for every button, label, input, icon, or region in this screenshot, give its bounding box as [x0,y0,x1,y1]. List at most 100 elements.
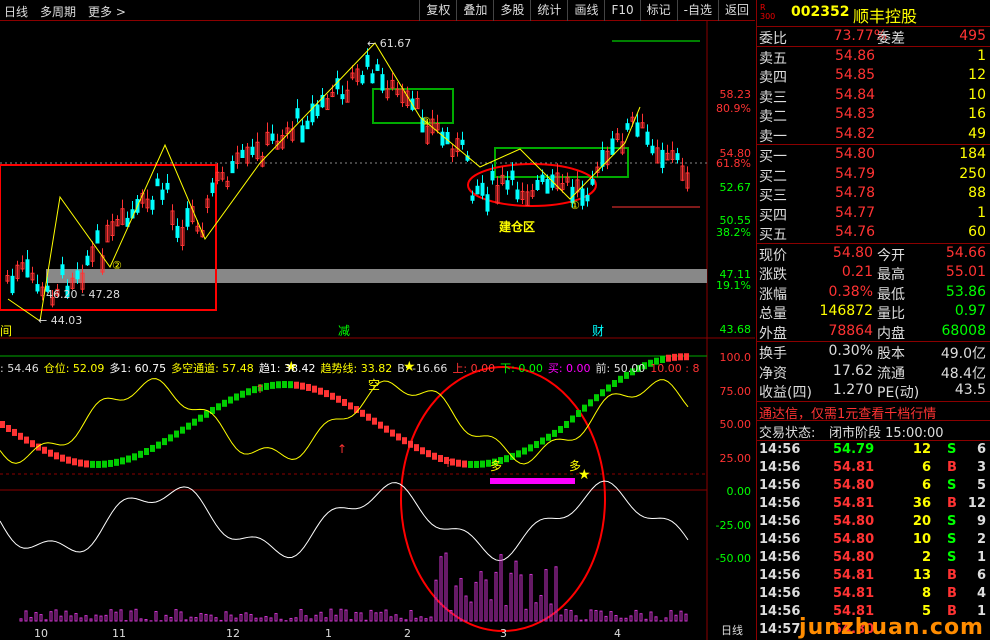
volume-bar [564,609,568,622]
date-axis-label: 3 [500,627,507,640]
candle-body [535,179,540,190]
event-marker-jian[interactable]: 减 [338,322,350,339]
toolbar-button[interactable]: F10 [604,0,639,21]
bids-row[interactable]: 买二 54.79 250 [757,165,990,185]
candle-body [510,170,515,180]
volume-bar [319,611,323,622]
stat-label: 总量 [759,306,787,322]
promo-text[interactable]: 通达信，仅需1元查看千档行情 [759,403,936,422]
chart-canvas[interactable]: ★ ★★↑↑↑ [0,21,755,640]
stat-row: 总量 146872 量比 0.97 [757,302,990,322]
stat-label: 涨幅 [759,286,787,303]
asks-label: 卖四 [759,70,787,86]
tick-price: 54.81 [833,459,875,475]
trend-ribbon-segment [456,459,461,467]
toolbar-button[interactable]: 复权 [419,0,456,21]
volume-bar [514,560,518,622]
trend-ribbon-segment [84,460,89,468]
fundamental-row: 换手 0.30% 股本 49.0亿 [757,342,990,362]
volume-bar [274,613,278,622]
price-axis-label: 80.9% [716,102,751,115]
bids-row[interactable]: 买五 54.76 60 [757,223,990,243]
stat-label: 内盘 [877,325,905,342]
trend-ribbon-segment [324,390,329,398]
volume-bar [114,611,118,622]
volume-bar [404,619,408,622]
bids-row[interactable]: 买三 54.78 88 [757,184,990,204]
indicator-legend-item: : 54.46 [0,362,39,375]
volume-bar [184,619,188,622]
price-axis-label: 58.23 [719,88,752,101]
volume-bar [484,579,488,622]
trend-ribbon-segment [504,455,509,463]
trend-ribbon-segment [576,410,581,418]
volume-bar [44,619,48,622]
promo-row[interactable]: 通达信，仅需1元查看千档行情 [757,402,990,422]
tick-price: 54.81 [833,567,875,583]
asks-row[interactable]: 卖二 54.83 16 [757,105,990,125]
asks-row[interactable]: 卖四 54.85 12 [757,66,990,86]
stat-value: 0.97 [954,303,986,319]
stat-value: 54.66 [945,244,986,261]
trend-ribbon-segment [270,381,275,389]
candle-body [590,178,595,185]
toolbar-button[interactable]: 标记 [639,0,677,21]
kline-chart-area[interactable]: ★ ★ ★ ↑ ↑ ↑ 58.23 80.9% 54.80 61.8% 52.67 50.55 38.… [0,21,755,640]
candle-body [160,189,165,200]
toolbar-button[interactable]: 多股 [493,0,530,21]
event-marker-left[interactable]: 间 [0,322,12,339]
ask-book: 卖五 54.86 1 卖四 54.85 12 卖三 54.84 10 卖二 54.83 16 卖一 54.… [757,47,990,145]
trend-ribbon-segment [390,429,395,437]
toolbar-button[interactable]: 返回 [717,0,755,21]
stat-label: PE(动) [877,385,920,401]
stat-label: 涨跌 [759,267,787,283]
volume-bar [414,617,418,622]
tick-count: 6 [976,441,986,457]
bids-row[interactable]: 买一 54.80 184 [757,145,990,165]
price-axis-label: 38.2% [716,226,751,239]
trend-ribbon-segment [420,447,425,455]
bids-label: 买三 [759,188,787,204]
bids-price: 54.77 [835,204,876,221]
volume-bar [534,602,538,622]
tick-row: 14:56 54.80 6 S 5 [757,477,990,495]
volume-bar [139,618,143,622]
date-axis-label: 10 [34,627,48,640]
volume-bar [344,609,348,622]
toolbar-button[interactable]: -自选 [676,0,718,21]
toolbar-button[interactable]: 画线 [567,0,604,21]
date-axis-label: 11 [112,627,126,640]
asks-row[interactable]: 卖一 54.82 49 [757,125,990,145]
candle-body [505,180,510,190]
trend-ribbon-segment [18,432,23,440]
candle-body [305,120,310,130]
toolbar-button[interactable]: 统计 [530,0,567,21]
asks-row[interactable]: 卖五 54.86 1 [757,47,990,67]
trend-ribbon-segment [432,452,437,460]
multi-period-tab[interactable]: 多周期 [40,3,76,20]
toolbar-button[interactable]: 叠加 [456,0,493,21]
up-arrow-icon: ↑ [255,382,265,396]
stat-label: 最低 [877,286,905,303]
more-menu[interactable]: 更多 > [88,3,126,20]
period-tab[interactable]: 日线 [4,3,28,20]
event-marker-cai[interactable]: 财 [592,322,604,339]
tick-count: 4 [976,585,986,601]
watermark: junzhuan.com [799,615,984,640]
stat-label: 换手 [759,346,787,362]
asks-row[interactable]: 卖三 54.84 10 [757,86,990,106]
price-axis-label: 61.8% [716,157,751,170]
stock-name[interactable]: 顺丰控股 [853,3,917,27]
trend-ribbon-segment [24,436,29,444]
trend-ribbon-segment [384,425,389,433]
volume-bar [74,613,78,622]
tick-list[interactable]: 14:56 54.79 12 S 6 14:56 54.81 6 B 3 14:56 54.80 6 S 5… [757,441,990,639]
asks-volume: 10 [968,86,986,103]
bids-row[interactable]: 买四 54.77 1 [757,204,990,224]
tick-time: 14:56 [759,531,801,547]
stock-code[interactable]: 002352 [791,4,849,20]
stat-value: 0.38% [828,283,873,300]
stat-value: 48.4亿 [940,365,986,382]
tick-side: B [947,459,957,475]
volume-bar [494,571,498,622]
